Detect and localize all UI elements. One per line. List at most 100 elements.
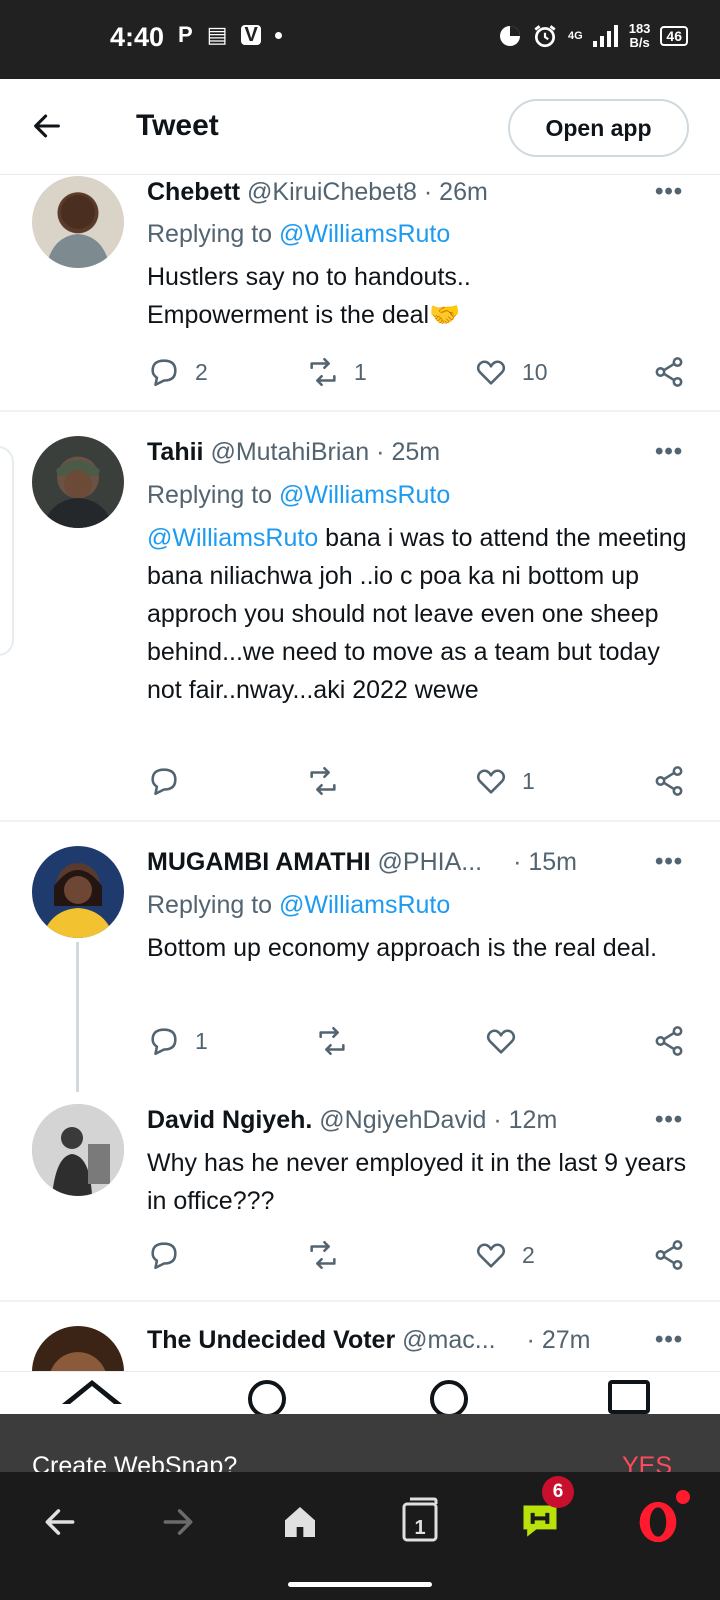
- home-gesture-pill[interactable]: [288, 1582, 432, 1587]
- more-options-icon[interactable]: •••: [655, 178, 683, 206]
- messages-icon[interactable]: [608, 1380, 650, 1414]
- retweet-button[interactable]: [306, 764, 354, 798]
- signal-strength-icon: [592, 25, 618, 47]
- more-notifications-dot-icon: [274, 31, 282, 39]
- tweet-time: · 12m: [493, 1106, 558, 1134]
- retweet-icon: [310, 766, 336, 796]
- like-button[interactable]: 2: [474, 1238, 535, 1272]
- edge-panel-handle[interactable]: [0, 446, 14, 656]
- replying-to: Replying to @WilliamsRuto: [147, 220, 451, 248]
- like-count: 2: [522, 1241, 535, 1268]
- like-count: 1: [522, 767, 535, 794]
- retweet-button[interactable]: [315, 1024, 363, 1058]
- tweet-text: Bottom up economy approach is the real d…: [147, 934, 658, 962]
- mention-link[interactable]: @WilliamsRuto: [279, 481, 450, 509]
- search-icon[interactable]: [248, 1380, 286, 1415]
- browser-toolbar: 1 6: [0, 1472, 720, 1570]
- retweet-button[interactable]: [306, 1238, 354, 1272]
- replying-to: Replying to @WilliamsRuto: [147, 481, 451, 509]
- share-icon: [655, 1240, 683, 1270]
- open-app-button[interactable]: Open app: [508, 99, 689, 157]
- author-handle[interactable]: @mac...: [402, 1326, 495, 1354]
- like-button[interactable]: 1: [474, 764, 535, 798]
- mention-link[interactable]: @WilliamsRuto: [279, 891, 450, 919]
- tweet-time: · 25m: [376, 438, 441, 466]
- share-button[interactable]: [652, 1024, 686, 1058]
- author-name[interactable]: Tahii: [147, 438, 203, 466]
- heart-icon: [476, 1243, 506, 1268]
- tweet-header-line: David Ngiyeh. @NgiyehDavid · 12m: [147, 1106, 557, 1135]
- alarm-icon: [534, 25, 556, 48]
- replies-feed[interactable]: Chebett @KiruiChebet8 · 26m ••• Replying…: [0, 176, 720, 1371]
- avatar[interactable]: [32, 846, 124, 938]
- tweet-text: Hustlers say no to handouts.. Empowermen…: [147, 263, 471, 329]
- websnap-yes-button[interactable]: YES: [622, 1452, 672, 1472]
- author-handle[interactable]: @PHIA...: [378, 848, 483, 876]
- reply-icon: [151, 1242, 177, 1270]
- tweet-item[interactable]: Chebett @KiruiChebet8 · 26m ••• Replying…: [0, 176, 720, 412]
- tweet-actions: 1: [0, 764, 720, 804]
- browser-back-icon[interactable]: [34, 1496, 86, 1548]
- reply-button[interactable]: 2: [147, 355, 208, 389]
- author-handle[interactable]: @KiruiChebet8: [247, 178, 417, 206]
- author-name[interactable]: MUGAMBI AMATHI: [147, 848, 371, 876]
- more-options-icon[interactable]: •••: [655, 1106, 683, 1134]
- tweet-header: Tweet Open app: [0, 79, 720, 175]
- author-handle[interactable]: @MutahiBrian: [210, 438, 369, 466]
- tweet-actions: 2: [0, 1238, 720, 1278]
- status-bar: 4:40 P ▤ V 4G 183 B/s 46: [0, 0, 720, 79]
- avatar[interactable]: [32, 1326, 124, 1371]
- author-name[interactable]: Chebett: [147, 178, 240, 206]
- like-button[interactable]: 10: [474, 355, 548, 389]
- tweet-item[interactable]: The Undecided Voter @mac... · 27m •••: [0, 1302, 720, 1371]
- more-options-icon[interactable]: •••: [655, 438, 683, 466]
- thread-connector-line: [76, 942, 79, 1092]
- tweet-actions: 1: [0, 1024, 720, 1064]
- reply-count: 2: [195, 358, 208, 385]
- more-options-icon[interactable]: •••: [655, 848, 683, 876]
- share-button[interactable]: [652, 764, 686, 798]
- retweet-count: 1: [354, 358, 367, 385]
- heart-icon: [476, 360, 506, 385]
- author-name[interactable]: The Undecided Voter: [147, 1326, 395, 1354]
- notification-count-badge: 6: [542, 1476, 574, 1508]
- reply-button[interactable]: [147, 764, 195, 798]
- home-icon-inner: [70, 1386, 114, 1404]
- share-button[interactable]: [652, 355, 686, 389]
- retweet-button[interactable]: 1: [306, 355, 367, 389]
- avatar[interactable]: [32, 176, 124, 268]
- mention-link[interactable]: @WilliamsRuto: [279, 220, 450, 248]
- retweet-icon: [319, 1026, 345, 1056]
- speed-dial-button[interactable]: 6: [514, 1476, 574, 1548]
- v-app-notification-icon: V: [241, 25, 261, 45]
- retweet-icon: [310, 357, 336, 387]
- reply-button[interactable]: [147, 1238, 195, 1272]
- heart-icon: [476, 769, 506, 794]
- tweet-time: · 26m: [423, 178, 488, 206]
- opera-menu-button[interactable]: [632, 1490, 690, 1548]
- share-button[interactable]: [652, 1238, 686, 1272]
- more-options-icon[interactable]: •••: [655, 1326, 683, 1354]
- tweet-item[interactable]: Tahii @MutahiBrian · 25m ••• Replying to…: [0, 412, 720, 822]
- mention-link[interactable]: @WilliamsRuto: [147, 524, 318, 552]
- system-gesture-bar: [0, 1570, 720, 1600]
- status-time: 4:40: [110, 22, 165, 52]
- network-speed: 183 B/s: [628, 21, 651, 50]
- back-arrow-icon[interactable]: [30, 109, 70, 145]
- parking-notification-icon: P: [178, 22, 193, 47]
- author-handle[interactable]: @NgiyehDavid: [319, 1106, 486, 1134]
- author-name[interactable]: David Ngiyeh.: [147, 1106, 312, 1134]
- browser-home-icon[interactable]: [274, 1496, 326, 1548]
- reply-count: 1: [195, 1027, 208, 1054]
- like-button[interactable]: [484, 1024, 532, 1058]
- tweet-item[interactable]: MUGAMBI AMATHI @PHIA... · 15m ••• Replyi…: [0, 822, 720, 1092]
- reply-button[interactable]: 1: [147, 1024, 208, 1058]
- share-icon: [655, 357, 683, 387]
- notifications-icon[interactable]: [430, 1380, 468, 1415]
- avatar[interactable]: [32, 436, 124, 528]
- page-title: Tweet: [136, 109, 219, 142]
- avatar[interactable]: [32, 1104, 124, 1196]
- tweet-item[interactable]: David Ngiyeh. @NgiyehDavid · 12m ••• Why…: [0, 1084, 720, 1302]
- browser-forward-icon[interactable]: [152, 1496, 204, 1548]
- tabs-button[interactable]: 1: [394, 1496, 446, 1548]
